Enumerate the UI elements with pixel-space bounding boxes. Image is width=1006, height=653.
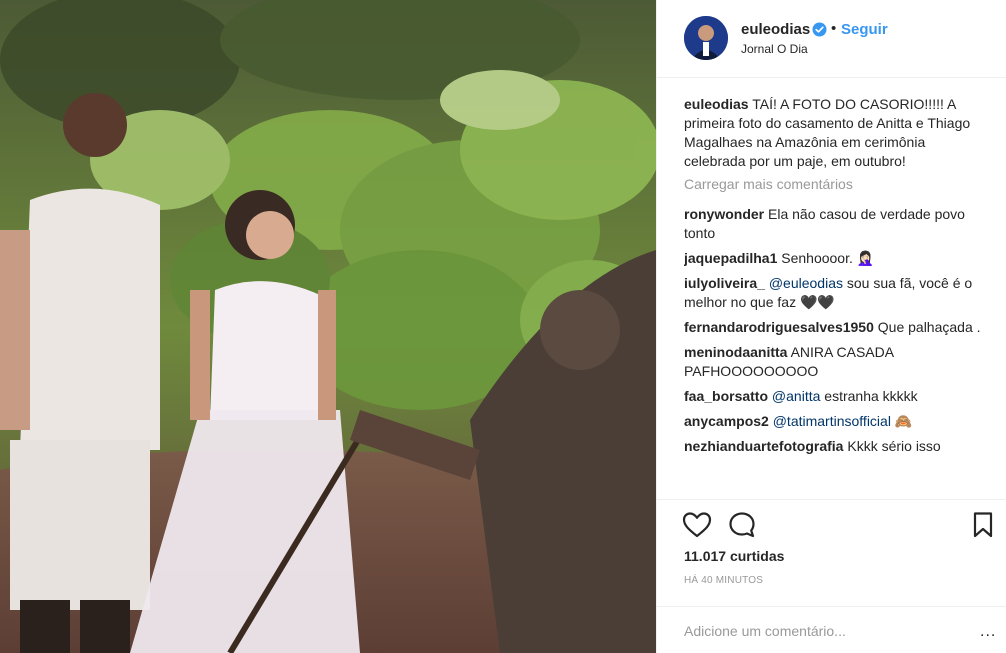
comment-text: Kkkk sério isso	[847, 438, 941, 454]
comment-mention[interactable]: @anitta	[772, 388, 820, 404]
post-header: euleodias • Seguir Jornal O Dia	[657, 0, 1006, 78]
comment-item: meninodaanitta ANIRA CASADA PAFHOOOOOOOO…	[684, 343, 984, 381]
comment-mention[interactable]: @tatimartinsofficial	[773, 413, 891, 429]
post-caption: euleodias TAÍ! A FOTO DO CASORIO!!!!! A …	[684, 95, 984, 171]
comments-list[interactable]: euleodias TAÍ! A FOTO DO CASORIO!!!!! A …	[684, 95, 984, 499]
post-photo[interactable]	[0, 0, 656, 653]
comment-bubble-icon[interactable]	[727, 510, 757, 540]
comment-item: jaquepadilha1 Senhoooor. 🤦🏻‍♀️	[684, 249, 984, 268]
header-username[interactable]: euleodias	[741, 21, 810, 38]
comment-item: iulyoliveira_ @euleodias sou sua fã, voc…	[684, 274, 984, 312]
comment-item: nezhianduartefotografia Kkkk sério isso	[684, 437, 984, 456]
location-link[interactable]: Jornal O Dia	[741, 42, 808, 56]
comment-username[interactable]: jaquepadilha1	[684, 250, 777, 266]
comment-mention[interactable]: @euleodias	[769, 275, 843, 291]
comment-username[interactable]: meninodaanitta	[684, 344, 787, 360]
post-actions: 11.017 curtidas HÁ 40 MINUTOS ...	[657, 499, 1006, 653]
comment-username[interactable]: iulyoliveira_	[684, 275, 765, 291]
comment-username[interactable]: fernandarodriguesalves1950	[684, 319, 874, 335]
more-options-icon[interactable]: ...	[980, 623, 996, 641]
comment-text: Que palhaçada .	[877, 319, 981, 335]
comment-item: faa_borsatto @anitta estranha kkkkk	[684, 387, 984, 406]
post-timestamp: HÁ 40 MINUTOS	[684, 575, 764, 586]
comment-username[interactable]: nezhianduartefotografia	[684, 438, 843, 454]
comment-username[interactable]: anycampos2	[684, 413, 769, 429]
comment-text: Senhoooor. 🤦🏻‍♀️	[781, 250, 875, 266]
caption-username[interactable]: euleodias	[684, 96, 749, 112]
post-image	[0, 0, 656, 653]
follow-button[interactable]: Seguir	[841, 21, 888, 38]
add-comment-input[interactable]	[684, 619, 984, 643]
like-heart-icon[interactable]	[682, 510, 712, 540]
header-separator: •	[831, 20, 837, 37]
avatar[interactable]	[684, 16, 728, 60]
verified-badge-icon	[812, 22, 827, 37]
likes-count[interactable]: 11.017 curtidas	[684, 548, 784, 564]
post-side-panel: euleodias • Seguir Jornal O Dia euleodia…	[656, 0, 1006, 653]
comment-item: ronywonder Ela não casou de verdade povo…	[684, 205, 984, 243]
comment-username[interactable]: faa_borsatto	[684, 388, 768, 404]
comment-text: 🙈	[894, 413, 913, 429]
comment-item: anycampos2 @tatimartinsofficial 🙈	[684, 412, 984, 431]
comment-item: fernandarodriguesalves1950 Que palhaçada…	[684, 318, 984, 337]
load-more-comments-button[interactable]: Carregar mais comentários	[684, 175, 984, 194]
bookmark-save-icon[interactable]	[971, 510, 995, 540]
comment-username[interactable]: ronywonder	[684, 206, 764, 222]
comment-text: estranha kkkkk	[824, 388, 918, 404]
add-comment-bar: ...	[657, 606, 1006, 653]
